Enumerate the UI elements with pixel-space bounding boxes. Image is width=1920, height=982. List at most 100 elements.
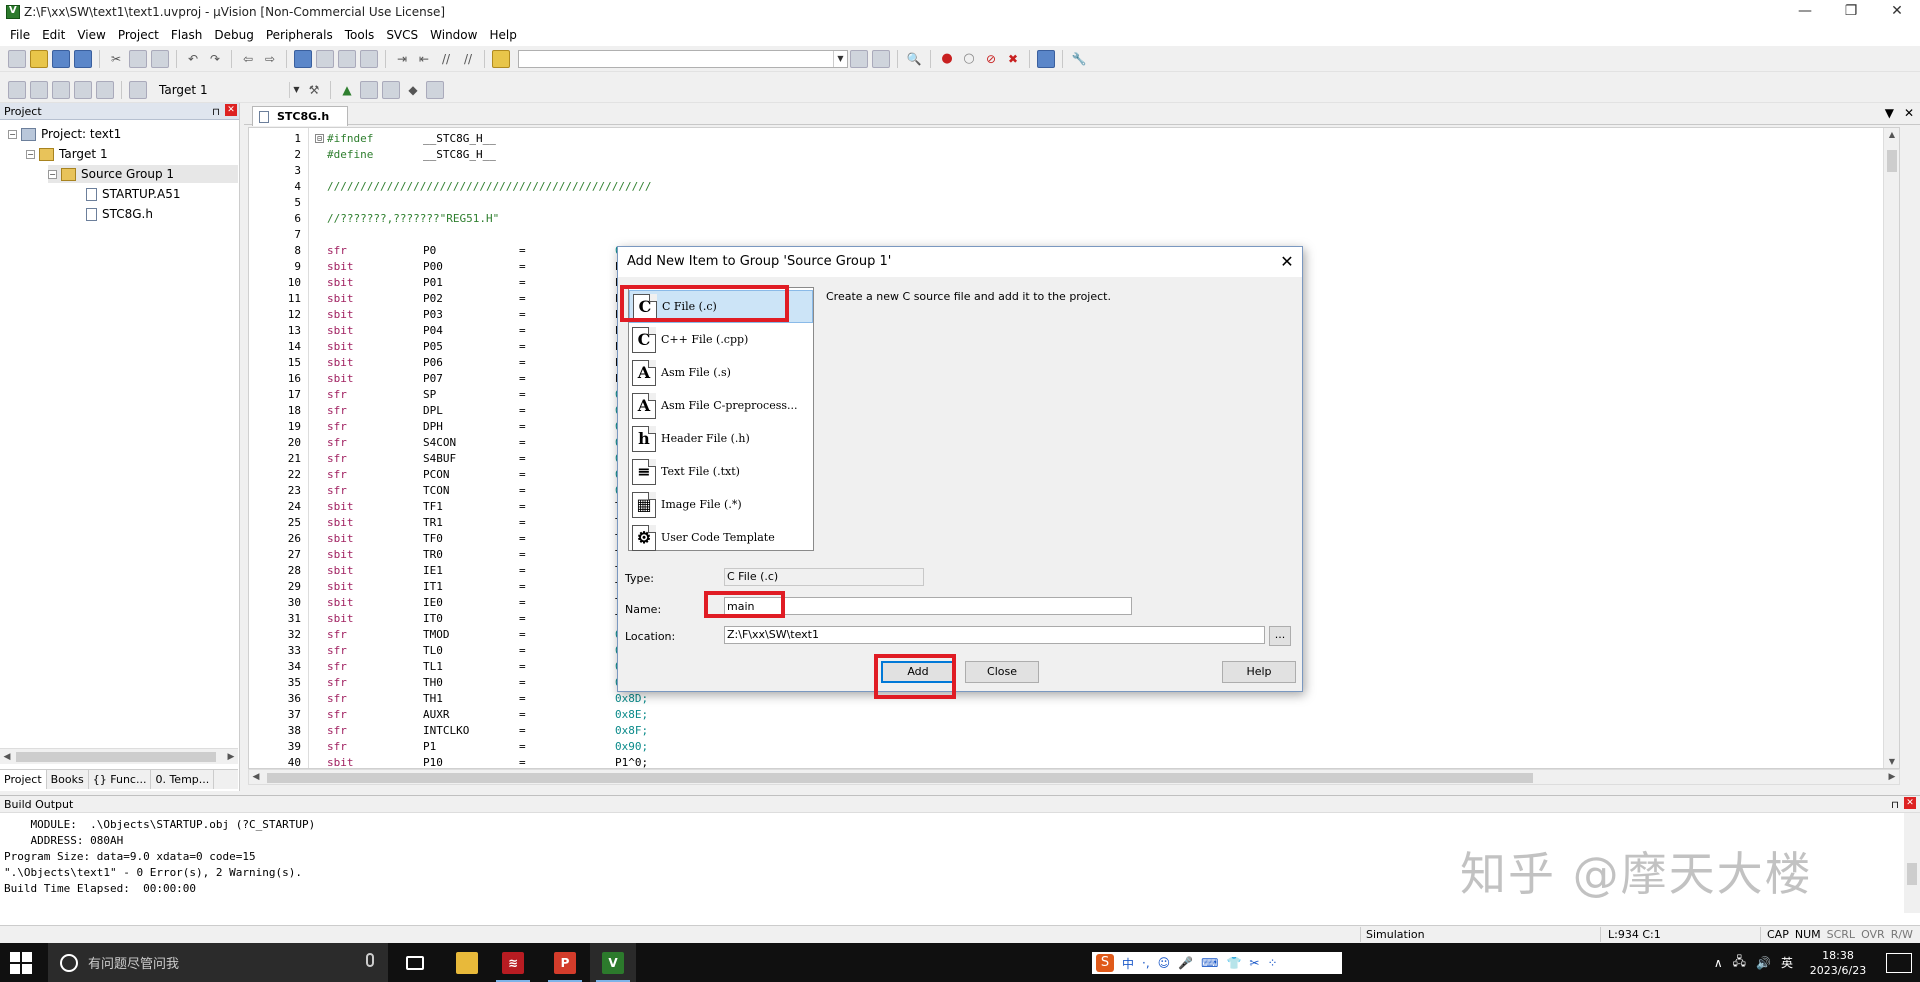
add-button[interactable]: Add [881,661,955,683]
target-select[interactable]: Target 1 ▼ [157,81,303,99]
scroll-right-icon[interactable]: ▶ [1885,770,1899,784]
tab-templates[interactable]: 0. Temp... [151,770,215,789]
tree-item-file[interactable]: STARTUP.A51 [84,185,180,203]
scrollbar-thumb[interactable] [267,773,1533,783]
unindent-icon[interactable]: ⇤ [415,50,433,68]
menu-tools[interactable]: Tools [339,24,381,46]
pack-installer-icon[interactable] [426,80,444,99]
type-item-header-file[interactable]: h Header File (.h) [629,422,813,455]
taskbar-app-uvision[interactable]: V [590,943,636,982]
build-icon[interactable] [30,80,48,99]
menu-project[interactable]: Project [112,24,165,46]
taskbar-app-stc-isp[interactable]: ≋ [490,943,536,982]
tray-overflow-icon[interactable]: ∧ [1714,956,1723,970]
find-in-files-icon[interactable] [492,49,510,68]
type-item-text-file[interactable]: ≡ Text File (.txt) [629,455,813,488]
close-icon[interactable]: ✕ [1904,106,1914,120]
fold-icon[interactable]: ⊟ [315,134,324,143]
file-extensions-icon[interactable]: ▲ [338,81,356,99]
scroll-left-icon[interactable]: ◀ [0,749,14,765]
prev-bookmark-icon[interactable] [316,49,334,68]
kill-breakpoints-icon[interactable]: ✖ [1004,50,1022,68]
configure-icon[interactable]: 🔧 [1070,50,1088,68]
ime-toolbar[interactable]: S 中 ·, ☺ 🎤 ⌨ 👕 ✂ ⁘ [1092,952,1342,974]
notification-center-icon[interactable] [1886,952,1912,973]
build-output-scrollbar[interactable] [1904,813,1920,913]
collapse-icon[interactable]: − [26,149,35,159]
clear-bookmarks-icon[interactable] [360,49,378,68]
network-icon[interactable]: 🖧 [1733,952,1746,973]
tab-list-icon[interactable]: ▼ [1885,106,1894,120]
scroll-up-icon[interactable]: ▲ [1884,130,1899,139]
type-item-asm-file[interactable]: A Asm File (.s) [629,356,813,389]
task-view-button[interactable] [392,943,438,982]
save-icon[interactable] [52,49,70,68]
target-options-icon[interactable]: ⚒ [305,81,323,99]
type-item-image-file[interactable]: ▦ Image File (.*) [629,488,813,521]
close-icon[interactable]: ✕ [1904,797,1916,809]
scroll-right-icon[interactable]: ▶ [224,749,238,765]
bookmark-icon[interactable] [294,49,312,68]
redo-icon[interactable]: ↷ [206,50,224,68]
tab-project[interactable]: Project [0,770,47,789]
find-icon[interactable] [850,49,868,68]
ime-voice-icon[interactable]: 🎤 [1178,956,1193,970]
find-combo[interactable]: ▼ [518,49,848,68]
name-input[interactable] [724,597,1132,615]
scrollbar-thumb[interactable] [1887,150,1897,172]
save-all-icon[interactable] [74,49,92,68]
new-file-icon[interactable] [8,49,26,68]
close-window-button[interactable]: ✕ [1874,0,1920,24]
translate-icon[interactable] [8,80,26,99]
ime-keyboard-icon[interactable]: ⌨ [1201,956,1218,970]
ime-menu-icon[interactable]: ⁘ [1267,956,1277,970]
close-icon[interactable]: ✕ [225,104,237,116]
ime-skin-icon[interactable]: 👕 [1226,956,1241,970]
batch-build-icon[interactable] [74,80,92,99]
menu-edit[interactable]: Edit [36,24,71,46]
uncomment-icon[interactable]: // [459,50,477,68]
manage-rte-icon[interactable]: ◆ [404,81,422,99]
type-item-user-code-template[interactable]: ⚙ User Code Template [629,521,813,554]
tab-books[interactable]: Books [47,770,89,789]
tree-item-project[interactable]: − Project: text1 [8,125,121,143]
pin-icon[interactable]: ⊓ [1888,797,1902,814]
ime-punctuation[interactable]: ·, [1142,956,1150,970]
scroll-left-icon[interactable]: ◀ [249,770,263,784]
rebuild-icon[interactable] [52,80,70,99]
help-button[interactable]: Help [1222,661,1296,683]
taskbar-file-explorer[interactable] [444,943,490,982]
copy-icon[interactable] [129,49,147,68]
menu-file[interactable]: File [4,24,36,46]
breakpoint-icon[interactable]: ● [938,50,956,68]
browse-button[interactable]: ... [1269,626,1291,646]
ime-tools-icon[interactable]: ✂ [1249,956,1259,970]
menu-flash[interactable]: Flash [165,24,208,46]
restore-button[interactable]: ❐ [1828,0,1874,24]
type-item-c-file[interactable]: C C File (.c) [629,290,813,323]
indent-icon[interactable]: ⇥ [393,50,411,68]
microphone-icon[interactable] [366,953,374,967]
open-file-icon[interactable] [30,49,48,68]
comment-icon[interactable]: // [437,50,455,68]
editor-tab-stc8g[interactable]: STC8G.h [252,106,348,126]
menu-window[interactable]: Window [424,24,483,46]
navigate-back-icon[interactable]: ⇦ [239,50,257,68]
tree-item-target[interactable]: − Target 1 [26,145,108,163]
volume-icon[interactable]: 🔊 [1756,956,1771,970]
pin-icon[interactable]: ⊓ [209,104,223,121]
disable-breakpoint-icon[interactable]: ○ [960,50,978,68]
input-language[interactable]: 英 [1781,954,1793,971]
taskbar-clock[interactable]: 18:38 2023/6/23 [1798,948,1878,978]
disable-all-breakpoints-icon[interactable]: ⊘ [982,50,1000,68]
ime-chinese-mode[interactable]: 中 [1122,955,1134,972]
next-bookmark-icon[interactable] [338,49,356,68]
menu-debug[interactable]: Debug [208,24,259,46]
stop-build-icon[interactable] [96,80,114,99]
windows-start-icon[interactable] [10,952,32,974]
chevron-down-icon[interactable]: ▼ [833,50,847,67]
menu-help[interactable]: Help [483,24,522,46]
type-item-cpp-file[interactable]: C C++ File (.cpp) [629,323,813,356]
scroll-down-icon[interactable]: ▼ [1884,757,1899,766]
menu-peripherals[interactable]: Peripherals [260,24,339,46]
